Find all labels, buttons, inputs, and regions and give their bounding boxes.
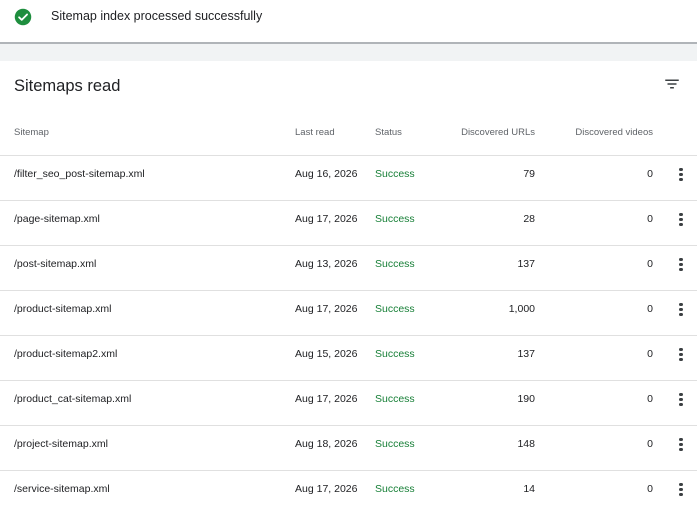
table-row[interactable]: /service-sitemap.xml Aug 17, 2026 Succes… [0,470,697,515]
discovered-urls-count: 148 [517,438,535,450]
discovered-videos-count: 0 [647,303,653,315]
banner-message: Sitemap index processed successfully [51,9,263,23]
status-badge: Success [375,393,415,405]
success-banner: Sitemap index processed successfully [0,0,697,42]
last-read-date: Aug 17, 2026 [295,483,358,495]
more-vert-icon[interactable] [676,166,686,184]
filter-icon[interactable] [663,75,681,93]
last-read-date: Aug 17, 2026 [295,213,358,225]
status-badge: Success [375,483,415,495]
last-read-date: Aug 13, 2026 [295,258,358,270]
table-row[interactable]: /post-sitemap.xml Aug 13, 2026 Success 1… [0,245,697,290]
column-header-status[interactable]: Status [375,127,402,138]
status-badge: Success [375,258,415,270]
more-vert-icon[interactable] [676,481,686,499]
discovered-videos-count: 0 [647,393,653,405]
discovered-urls-count: 28 [523,213,535,225]
table-row[interactable]: /page-sitemap.xml Aug 17, 2026 Success 2… [0,200,697,245]
last-read-date: Aug 17, 2026 [295,303,358,315]
table-row[interactable]: /filter_seo_post-sitemap.xml Aug 16, 202… [0,155,697,200]
last-read-date: Aug 17, 2026 [295,393,358,405]
discovered-videos-count: 0 [647,258,653,270]
discovered-videos-count: 0 [647,438,653,450]
table-row[interactable]: /product-sitemap.xml Aug 17, 2026 Succes… [0,290,697,335]
discovered-urls-count: 137 [517,258,535,270]
status-badge: Success [375,303,415,315]
more-vert-icon[interactable] [676,391,686,409]
sitemap-path: /product-sitemap.xml [14,303,112,315]
more-vert-icon[interactable] [676,301,686,319]
discovered-videos-count: 0 [647,483,653,495]
more-vert-icon[interactable] [676,436,686,454]
card-title: Sitemaps read [14,77,121,95]
status-badge: Success [375,348,415,360]
discovered-videos-count: 0 [647,168,653,180]
more-vert-icon[interactable] [676,256,686,274]
discovered-urls-count: 137 [517,348,535,360]
discovered-urls-count: 79 [523,168,535,180]
sitemap-path: /page-sitemap.xml [14,213,100,225]
sitemap-path: /product_cat-sitemap.xml [14,393,132,405]
more-vert-icon[interactable] [676,211,686,229]
status-badge: Success [375,438,415,450]
table-row[interactable]: /product_cat-sitemap.xml Aug 17, 2026 Su… [0,380,697,425]
sitemap-path: /project-sitemap.xml [14,438,108,450]
discovered-urls-count: 1,000 [508,303,535,315]
table-row[interactable]: /project-sitemap.xml Aug 18, 2026 Succes… [0,425,697,470]
sitemap-path: /service-sitemap.xml [14,483,110,495]
column-header-discovered-urls[interactable]: Discovered URLs [461,127,535,138]
sitemap-path: /product-sitemap2.xml [14,348,118,360]
discovered-videos-count: 0 [647,213,653,225]
discovered-urls-count: 190 [517,393,535,405]
column-header-discovered-videos[interactable]: Discovered videos [575,127,653,138]
sitemaps-card: Sitemaps read Sitemap Last read Status D… [0,61,697,512]
sitemap-path: /post-sitemap.xml [14,258,97,270]
table-row[interactable]: /product-sitemap2.xml Aug 15, 2026 Succe… [0,335,697,380]
more-vert-icon[interactable] [676,346,686,364]
column-header-sitemap[interactable]: Sitemap [14,127,49,138]
section-divider [0,42,697,61]
sitemaps-table-body: /filter_seo_post-sitemap.xml Aug 16, 202… [0,155,697,515]
discovered-urls-count: 14 [523,483,535,495]
check-circle-icon [14,8,32,26]
status-badge: Success [375,168,415,180]
column-header-last-read[interactable]: Last read [295,127,335,138]
last-read-date: Aug 15, 2026 [295,348,358,360]
status-badge: Success [375,213,415,225]
discovered-videos-count: 0 [647,348,653,360]
last-read-date: Aug 18, 2026 [295,438,358,450]
last-read-date: Aug 16, 2026 [295,168,358,180]
sitemap-path: /filter_seo_post-sitemap.xml [14,168,145,180]
